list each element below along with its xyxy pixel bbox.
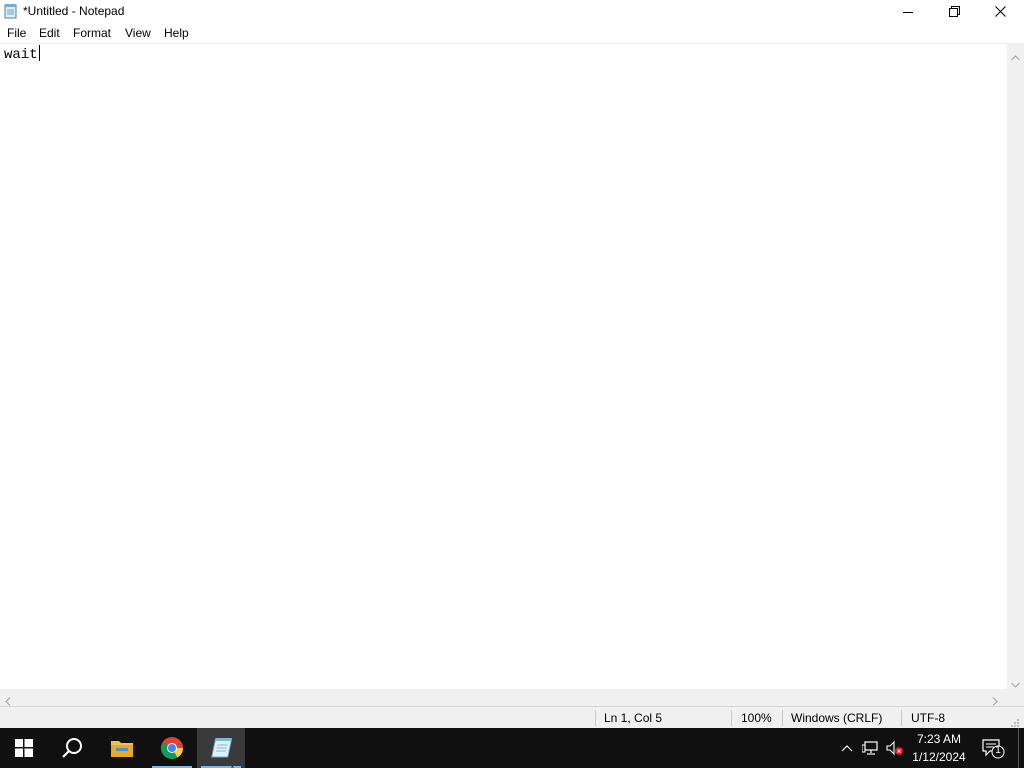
editor-text: wait [4,47,38,63]
window-title: *Untitled - Notepad [23,4,125,18]
search-icon [62,738,82,758]
minimize-button[interactable] [885,0,931,23]
file-explorer-button[interactable] [98,728,146,768]
status-divider [901,710,902,726]
menu-help[interactable]: Help [164,26,189,40]
status-divider [595,710,596,726]
notification-icon [982,739,1005,759]
status-bar: Ln 1, Col 5 100% Windows (CRLF) UTF-8 [0,706,1024,728]
menu-format[interactable]: Format [73,26,111,40]
show-desktop-button[interactable] [1018,728,1019,768]
scroll-up-icon[interactable] [1011,48,1020,66]
close-button[interactable] [977,0,1023,23]
close-icon [994,6,1006,17]
network-icon[interactable] [862,740,880,756]
restore-icon [948,6,960,17]
text-editor[interactable]: wait [0,43,1007,690]
chrome-icon [161,737,183,759]
chevron-up-icon[interactable] [838,740,856,756]
mouse-cursor-icon [231,761,239,768]
menu-bar: File Edit Format View Help [0,23,1024,43]
editor-content-line[interactable]: wait [4,45,40,64]
scrollbar-corner [1007,689,1024,706]
menu-file[interactable]: File [7,26,26,40]
restore-button[interactable] [931,0,977,23]
notepad-icon [211,738,233,758]
start-button[interactable] [0,728,48,768]
title-bar[interactable]: *Untitled - Notepad [0,0,1024,23]
menu-edit[interactable]: Edit [39,26,60,40]
clock-date: 1/12/2024 [912,750,966,764]
encoding: UTF-8 [911,711,945,725]
status-divider [731,710,732,726]
horizontal-scrollbar[interactable] [0,689,1007,706]
minimize-icon [903,11,913,13]
notepad-icon [4,3,18,19]
status-divider [782,710,783,726]
zoom-level: 100% [741,711,772,725]
text-caret [38,45,40,61]
search-button[interactable] [48,728,96,768]
vertical-scrollbar[interactable] [1007,43,1024,689]
start-icon [15,739,33,757]
file-explorer-icon [111,741,133,757]
chrome-button[interactable] [148,728,196,768]
cursor-position: Ln 1, Col 5 [604,711,663,725]
volume-muted-icon[interactable] [886,740,904,756]
taskbar: 7:23 AM 1/12/2024 1 [0,728,1024,768]
notification-count: 1 [995,745,1001,756]
clock[interactable]: 7:23 AM 1/12/2024 [906,730,972,766]
notification-center-button[interactable]: 1 [980,736,1006,760]
clock-time: 7:23 AM [916,732,962,746]
menu-view[interactable]: View [125,26,151,40]
line-ending: Windows (CRLF) [791,711,883,725]
